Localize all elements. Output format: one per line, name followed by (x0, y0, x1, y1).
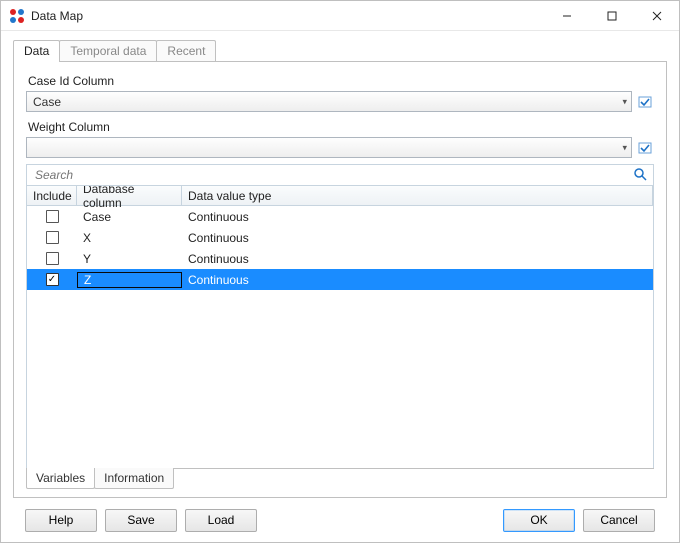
top-tabs: Data Temporal data Recent (13, 39, 667, 62)
cell-include[interactable]: ✓ (27, 273, 77, 286)
weight-column-toggle-button[interactable] (636, 137, 654, 158)
include-checkbox[interactable] (46, 252, 59, 265)
case-id-value: Case (33, 95, 61, 109)
close-button[interactable] (634, 1, 679, 30)
cell-data-type[interactable]: Continuous (182, 231, 653, 245)
chevron-down-icon: ▾ (622, 96, 627, 107)
tab-recent[interactable]: Recent (156, 40, 216, 62)
footer: Help Save Load OK Cancel (13, 498, 667, 542)
window: Data Map Data Temporal data Recent Case … (0, 0, 680, 543)
help-button[interactable]: Help (25, 509, 97, 532)
cell-db-column[interactable]: X (77, 231, 182, 245)
load-button[interactable]: Load (185, 509, 257, 532)
cell-db-column[interactable]: Y (77, 252, 182, 266)
cell-data-type[interactable]: Continuous (182, 210, 653, 224)
window-title: Data Map (31, 9, 83, 23)
cell-db-column[interactable]: Case (77, 210, 182, 224)
cell-data-type[interactable]: Continuous (182, 273, 653, 287)
cell-data-type[interactable]: Continuous (182, 252, 653, 266)
search-icon[interactable] (633, 167, 647, 184)
cell-db-column[interactable]: Z (77, 272, 182, 288)
grid-header: Include Database column Data value type (27, 186, 653, 206)
chevron-down-icon: ▾ (622, 142, 627, 153)
weight-column-label: Weight Column (28, 120, 654, 134)
search-row (26, 164, 654, 186)
cancel-button[interactable]: Cancel (583, 509, 655, 532)
include-checkbox[interactable]: ✓ (46, 273, 59, 286)
case-id-toggle-button[interactable] (636, 91, 654, 112)
save-button[interactable]: Save (105, 509, 177, 532)
include-checkbox[interactable] (46, 210, 59, 223)
table-row[interactable]: ✓ ZContinuous (27, 269, 653, 290)
cell-include[interactable] (27, 231, 77, 244)
grid-body: CaseContinuousXContinuousYContinuous✓ZCo… (27, 206, 653, 468)
table-row[interactable]: XContinuous (27, 227, 653, 248)
app-icon (9, 8, 25, 24)
include-checkbox[interactable] (46, 231, 59, 244)
header-database-column[interactable]: Database column (77, 186, 182, 205)
titlebar: Data Map (1, 1, 679, 31)
columns-grid: Include Database column Data value type … (26, 186, 654, 469)
content-area: Data Temporal data Recent Case Id Column… (1, 31, 679, 542)
ok-button[interactable]: OK (503, 509, 575, 532)
case-id-label: Case Id Column (28, 74, 654, 88)
sub-tabs: Variables Information (26, 468, 654, 489)
cell-include[interactable] (27, 252, 77, 265)
table-row[interactable]: YContinuous (27, 248, 653, 269)
cell-include[interactable] (27, 210, 77, 223)
header-include[interactable]: Include (27, 186, 77, 205)
sub-tab-variables[interactable]: Variables (26, 468, 95, 489)
maximize-button[interactable] (589, 1, 634, 30)
sub-tab-information[interactable]: Information (94, 468, 174, 489)
case-id-combo[interactable]: Case ▾ (26, 91, 632, 112)
tab-temporal-data[interactable]: Temporal data (59, 40, 157, 62)
header-data-value-type[interactable]: Data value type (182, 186, 653, 205)
search-input[interactable] (33, 167, 633, 183)
weight-column-combo[interactable]: ▾ (26, 137, 632, 158)
tab-data[interactable]: Data (13, 40, 60, 62)
minimize-button[interactable] (544, 1, 589, 30)
tab-body: Case Id Column Case ▾ Weight Column ▾ (13, 62, 667, 498)
table-row[interactable]: CaseContinuous (27, 206, 653, 227)
